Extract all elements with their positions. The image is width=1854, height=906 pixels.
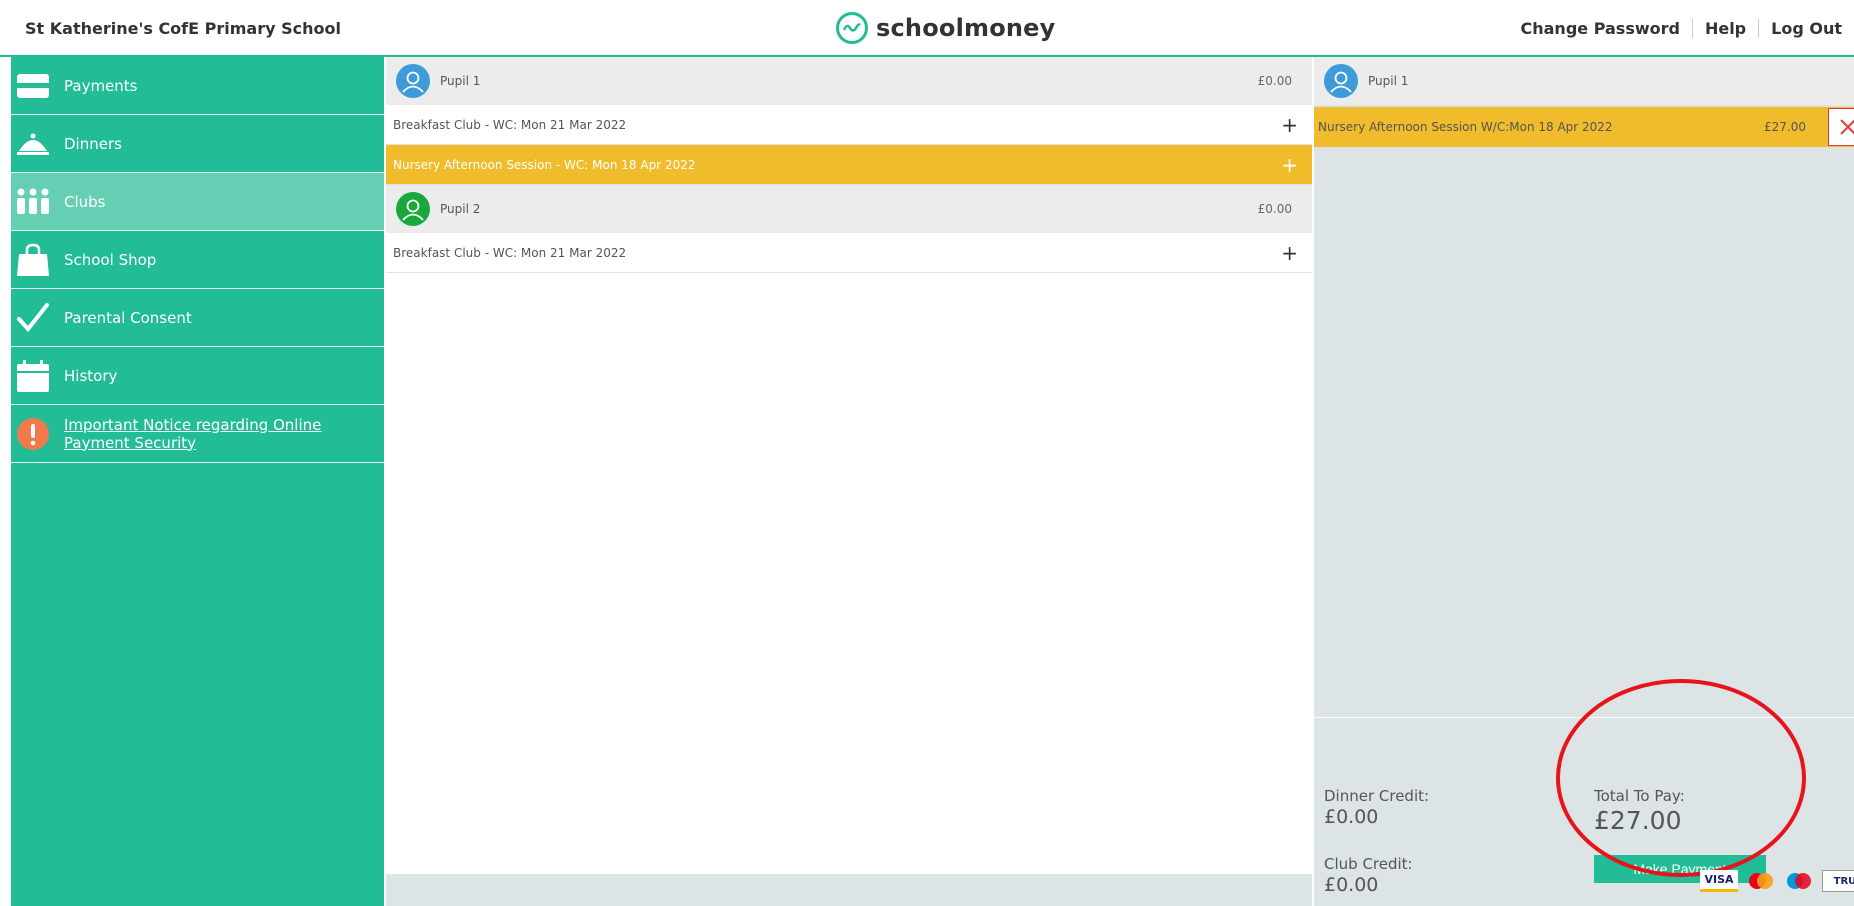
sidebar-item-school-shop[interactable]: School Shop xyxy=(11,231,384,289)
schoolmoney-logo[interactable]: schoolmoney xyxy=(836,12,1056,44)
sidebar-item-label: Important Notice regarding Online Paymen… xyxy=(64,415,322,452)
basket-item-price: £27.00 xyxy=(1764,120,1806,134)
calendar-icon xyxy=(15,358,51,394)
sidebar-item-security-notice[interactable]: Important Notice regarding Online Paymen… xyxy=(11,405,384,463)
maestro-logo-icon xyxy=(1784,870,1814,892)
cloche-icon xyxy=(15,126,51,162)
club-credit-value: £0.00 xyxy=(1324,874,1379,896)
log-out-link[interactable]: Log Out xyxy=(1758,19,1854,38)
people-icon xyxy=(15,184,51,220)
trust-logo-icon: TRUST xyxy=(1822,870,1854,892)
add-icon[interactable]: + xyxy=(1281,243,1298,263)
sidebar-item-label: School Shop xyxy=(64,250,157,269)
club-credit-label: Club Credit: xyxy=(1324,855,1413,873)
top-nav: Change Password Help Log Out xyxy=(1509,19,1854,38)
pupil-name: Pupil 1 xyxy=(440,74,481,88)
total-to-pay-label: Total To Pay: xyxy=(1594,787,1685,805)
basket-pupil-header: Pupil 1 xyxy=(1314,57,1854,105)
sidebar-item-label: Payments xyxy=(64,76,138,95)
panel-footer xyxy=(386,874,1312,906)
add-icon[interactable]: + xyxy=(1281,115,1298,135)
avatar-icon xyxy=(396,64,430,98)
sidebar-item-clubs[interactable]: Clubs xyxy=(11,173,384,231)
club-row[interactable]: Breakfast Club - WC: Mon 21 Mar 2022 + xyxy=(386,105,1312,145)
sidebar-item-label: Dinners xyxy=(64,134,122,153)
payment-card-logos: VISA TRUST xyxy=(1700,870,1854,892)
total-to-pay-value: £27.00 xyxy=(1594,806,1682,835)
help-link[interactable]: Help xyxy=(1691,19,1758,38)
sidebar-item-payments[interactable]: Payments xyxy=(11,57,384,115)
dinner-credit-value: £0.00 xyxy=(1324,806,1379,828)
club-label: Breakfast Club - WC: Mon 21 Mar 2022 xyxy=(393,245,627,260)
sidebar: Payments Dinners Clubs School Shop Paren… xyxy=(11,57,384,906)
change-password-link[interactable]: Change Password xyxy=(1509,19,1692,38)
avatar-icon xyxy=(396,192,430,226)
mastercard-logo-icon xyxy=(1746,870,1776,892)
pupil-header: Pupil 1 £0.00 xyxy=(386,57,1312,105)
top-header: St Katherine's CofE Primary School schoo… xyxy=(0,0,1854,57)
sidebar-item-dinners[interactable]: Dinners xyxy=(11,115,384,173)
logo-wave-icon xyxy=(836,12,868,44)
sidebar-item-parental-consent[interactable]: Parental Consent xyxy=(11,289,384,347)
remove-item-close-icon[interactable] xyxy=(1828,108,1854,146)
pupil-amount: £0.00 xyxy=(1257,202,1292,216)
avatar-icon xyxy=(1324,64,1358,98)
pupil-header: Pupil 2 £0.00 xyxy=(386,185,1312,233)
pupil-name: Pupil 2 xyxy=(440,202,481,216)
clubs-list-panel: Pupil 1 £0.00 Breakfast Club - WC: Mon 2… xyxy=(386,57,1312,906)
shopping-bag-icon xyxy=(15,242,51,278)
club-label: Breakfast Club - WC: Mon 21 Mar 2022 xyxy=(393,117,627,132)
pupil-amount: £0.00 xyxy=(1257,74,1292,88)
sidebar-item-label: History xyxy=(64,366,118,385)
basket-panel: Pupil 1 Nursery Afternoon Session W/C:Mo… xyxy=(1314,57,1854,906)
visa-logo-icon: VISA xyxy=(1700,870,1738,892)
checkmark-icon xyxy=(15,300,51,336)
pupil-name: Pupil 1 xyxy=(1368,74,1409,88)
exclamation-icon xyxy=(15,416,51,452)
sidebar-item-label: Parental Consent xyxy=(64,308,192,327)
basket-item: Nursery Afternoon Session W/C:Mon 18 Apr… xyxy=(1314,107,1854,147)
club-label: Nursery Afternoon Session - WC: Mon 18 A… xyxy=(393,157,696,172)
club-row-selected[interactable]: Nursery Afternoon Session - WC: Mon 18 A… xyxy=(386,145,1312,185)
school-name: St Katherine's CofE Primary School xyxy=(25,19,341,38)
card-icon xyxy=(15,68,51,104)
sidebar-item-history[interactable]: History xyxy=(11,347,384,405)
sidebar-item-label: Clubs xyxy=(64,192,106,211)
dinner-credit-label: Dinner Credit: xyxy=(1324,787,1430,805)
club-row[interactable]: Breakfast Club - WC: Mon 21 Mar 2022 + xyxy=(386,233,1312,273)
add-icon[interactable]: + xyxy=(1281,155,1298,175)
logo-text: schoolmoney xyxy=(876,14,1056,42)
basket-item-label: Nursery Afternoon Session W/C:Mon 18 Apr… xyxy=(1318,120,1613,134)
